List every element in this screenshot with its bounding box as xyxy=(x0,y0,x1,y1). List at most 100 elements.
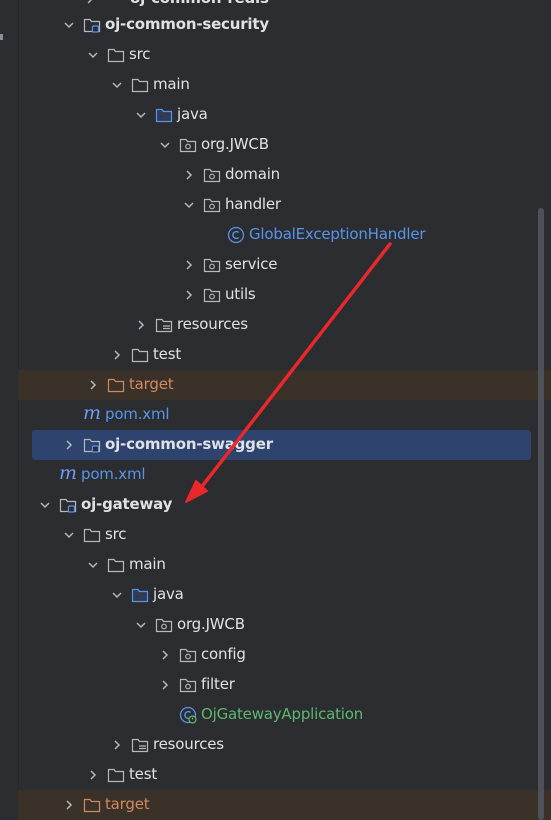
package-icon xyxy=(155,616,173,634)
tree-item-label: pom.xml xyxy=(105,405,170,423)
chevron-right-icon[interactable] xyxy=(85,370,101,400)
resources-folder-icon xyxy=(155,316,173,334)
tree-row[interactable]: m pom.xml xyxy=(18,460,530,490)
chevron-down-icon[interactable] xyxy=(133,610,149,640)
chevron-right-icon[interactable] xyxy=(157,640,173,670)
chevron-right-icon[interactable] xyxy=(181,280,197,310)
tree-row[interactable]: java xyxy=(18,100,530,130)
package-icon xyxy=(179,676,197,694)
tree-row[interactable]: service xyxy=(18,250,530,280)
chevron-right-icon[interactable] xyxy=(157,670,173,700)
folder-icon xyxy=(131,76,149,94)
tree-item-label: java xyxy=(153,585,184,603)
tree-row[interactable]: main xyxy=(18,550,530,580)
tree-item-label: pom.xml xyxy=(81,465,146,483)
folder-icon xyxy=(131,346,149,364)
source-folder-icon xyxy=(155,106,173,124)
tree-row[interactable]: src xyxy=(18,40,530,70)
tree-item-label: GlobalExceptionHandler xyxy=(249,225,426,243)
chevron-down-icon[interactable] xyxy=(181,190,197,220)
tree-item-label: domain xyxy=(225,165,280,183)
tree-item-label: resources xyxy=(153,735,224,753)
chevron-down-icon[interactable] xyxy=(61,520,77,550)
tree-row[interactable]: config xyxy=(18,640,530,670)
module-folder-icon xyxy=(59,496,77,514)
tree-item-label: test xyxy=(129,765,158,783)
tree-row[interactable]: GlobalExceptionHandler xyxy=(18,220,530,250)
folder-icon xyxy=(107,556,125,574)
package-icon xyxy=(179,646,197,664)
tool-window-gutter xyxy=(0,0,19,820)
tree-row[interactable]: resources xyxy=(18,730,530,760)
tree-item-label: handler xyxy=(225,195,281,213)
tree-row[interactable]: domain xyxy=(18,160,530,190)
module-folder-icon xyxy=(83,436,101,454)
chevron-down-icon[interactable] xyxy=(37,490,53,520)
chevron-right-icon[interactable] xyxy=(61,430,77,460)
chevron-down-icon[interactable] xyxy=(85,40,101,70)
spring-boot-class-icon xyxy=(179,706,197,724)
tree-row[interactable]: org.JWCB xyxy=(18,610,530,640)
tree-row[interactable]: resources xyxy=(18,310,530,340)
tree-row[interactable]: oj-common-security xyxy=(18,10,530,40)
tree-row[interactable]: target xyxy=(18,370,551,400)
tree-item-label: org.JWCB xyxy=(201,135,269,153)
chevron-right-icon[interactable] xyxy=(85,760,101,790)
tree-item-label: src xyxy=(129,45,151,63)
package-icon xyxy=(179,136,197,154)
chevron-right-icon[interactable] xyxy=(61,790,77,820)
maven-icon: m xyxy=(59,462,78,484)
tree-item-label: oj-common-swagger xyxy=(105,435,273,453)
tree-item-label: oj-gateway xyxy=(81,495,173,513)
chevron-right-icon[interactable] xyxy=(109,340,125,370)
tree-row[interactable]: main xyxy=(18,70,530,100)
chevron-down-icon[interactable] xyxy=(109,70,125,100)
tree-row[interactable]: oj-gateway xyxy=(18,490,530,520)
excluded-folder-icon xyxy=(107,376,125,394)
chevron-right-icon[interactable] xyxy=(133,310,149,340)
tree-row[interactable]: m pom.xml xyxy=(18,400,530,430)
tree-row[interactable]: test xyxy=(18,760,530,790)
chevron-down-icon[interactable] xyxy=(157,130,173,160)
tree-item-label: main xyxy=(153,75,190,93)
tree-item-label: oj-common-security xyxy=(105,15,269,33)
tree-row[interactable]: filter xyxy=(18,670,530,700)
tree-item-label: OjGatewayApplication xyxy=(201,705,364,723)
folder-icon xyxy=(107,766,125,784)
chevron-down-icon[interactable] xyxy=(61,10,77,40)
chevron-right-icon[interactable] xyxy=(181,250,197,280)
module-folder-icon xyxy=(83,16,101,34)
chevron-down-icon[interactable] xyxy=(133,100,149,130)
tree-item-label: test xyxy=(153,345,182,363)
class-icon xyxy=(227,226,245,244)
tree-item-label: service xyxy=(225,255,278,273)
chevron-down-icon[interactable] xyxy=(109,580,125,610)
folder-icon xyxy=(107,46,125,64)
folder-icon xyxy=(83,526,101,544)
maven-icon: m xyxy=(83,402,102,424)
chevron-right-icon[interactable] xyxy=(109,730,125,760)
tree-row[interactable]: org.JWCB xyxy=(18,130,530,160)
package-icon xyxy=(203,166,221,184)
package-icon xyxy=(203,286,221,304)
tree-row[interactable]: OjGatewayApplication xyxy=(18,700,530,730)
tree-row[interactable]: src xyxy=(18,520,530,550)
chevron-down-icon[interactable] xyxy=(85,550,101,580)
tree-row[interactable]: target xyxy=(18,790,551,820)
tree-item-label: java xyxy=(177,105,208,123)
tree-row[interactable]: test xyxy=(18,340,530,370)
chevron-right-icon[interactable] xyxy=(181,160,197,190)
tree-row[interactable]: java xyxy=(18,580,530,610)
tree-item-label: oj-common-redis xyxy=(130,0,269,7)
resources-folder-icon xyxy=(131,736,149,754)
tree-item-label: org.JWCB xyxy=(177,615,245,633)
project-tree[interactable]: oj-common-redis oj-common-securitysrcmai… xyxy=(18,0,551,820)
gutter-marker xyxy=(0,34,3,40)
tree-row[interactable]: oj-common-swagger xyxy=(32,430,531,460)
vertical-scrollbar[interactable] xyxy=(538,208,544,820)
package-icon xyxy=(203,196,221,214)
tree-row[interactable]: handler xyxy=(18,190,530,220)
package-icon xyxy=(203,256,221,274)
tree-item-label: utils xyxy=(225,285,256,303)
tree-row[interactable]: utils xyxy=(18,280,530,310)
